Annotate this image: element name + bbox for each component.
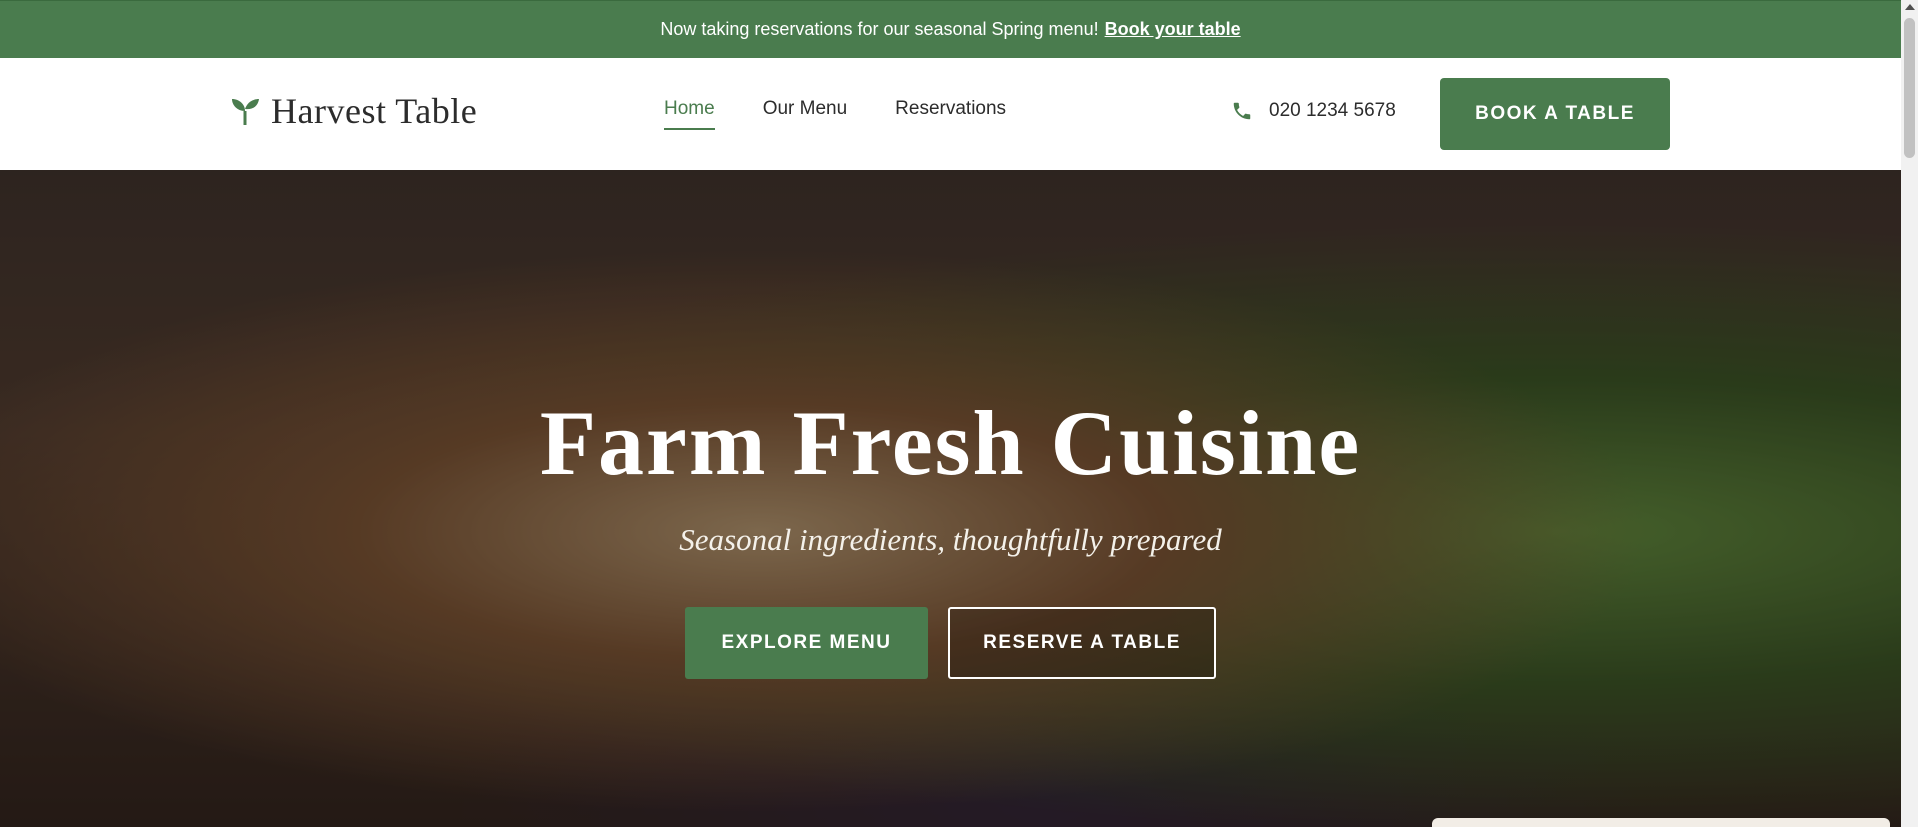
hero-section: Farm Fresh Cuisine Seasonal ingredients,… [0, 170, 1901, 827]
logo-text: Harvest Table [271, 91, 478, 131]
nav-item-our-menu[interactable]: Our Menu [763, 98, 847, 130]
nav-item-reservations[interactable]: Reservations [895, 98, 1006, 130]
floating-card-edge [1432, 818, 1890, 827]
scroll-up-arrow-icon[interactable] [1905, 4, 1915, 10]
phone-number: 020 1234 5678 [1269, 100, 1396, 121]
site-header: Harvest Table Home Our Menu Reservations… [0, 58, 1901, 170]
announcement-text: Now taking reservations for our seasonal… [660, 19, 1099, 39]
sprout-icon [232, 99, 259, 125]
reserve-table-button[interactable]: RESERVE A TABLE [948, 607, 1216, 679]
announcement-bar: Now taking reservations for our seasonal… [0, 0, 1901, 58]
main-nav: Home Our Menu Reservations [664, 98, 1006, 130]
hero-subtitle: Seasonal ingredients, thoughtfully prepa… [679, 522, 1222, 557]
book-table-link[interactable]: Book your table [1105, 19, 1241, 40]
scrollbar-thumb[interactable] [1904, 18, 1915, 158]
nav-item-home[interactable]: Home [664, 98, 715, 130]
page-scrollbar[interactable] [1901, 0, 1918, 827]
book-a-table-button[interactable]: BOOK A TABLE [1440, 78, 1670, 150]
phone-icon [1233, 102, 1251, 120]
hero-background-image [0, 170, 1901, 827]
hero-title: Farm Fresh Cuisine [539, 392, 1362, 494]
explore-menu-button[interactable]: EXPLORE MENU [685, 607, 928, 679]
phone-contact[interactable]: 020 1234 5678 [1231, 100, 1396, 122]
logo[interactable]: Harvest Table [229, 90, 477, 132]
